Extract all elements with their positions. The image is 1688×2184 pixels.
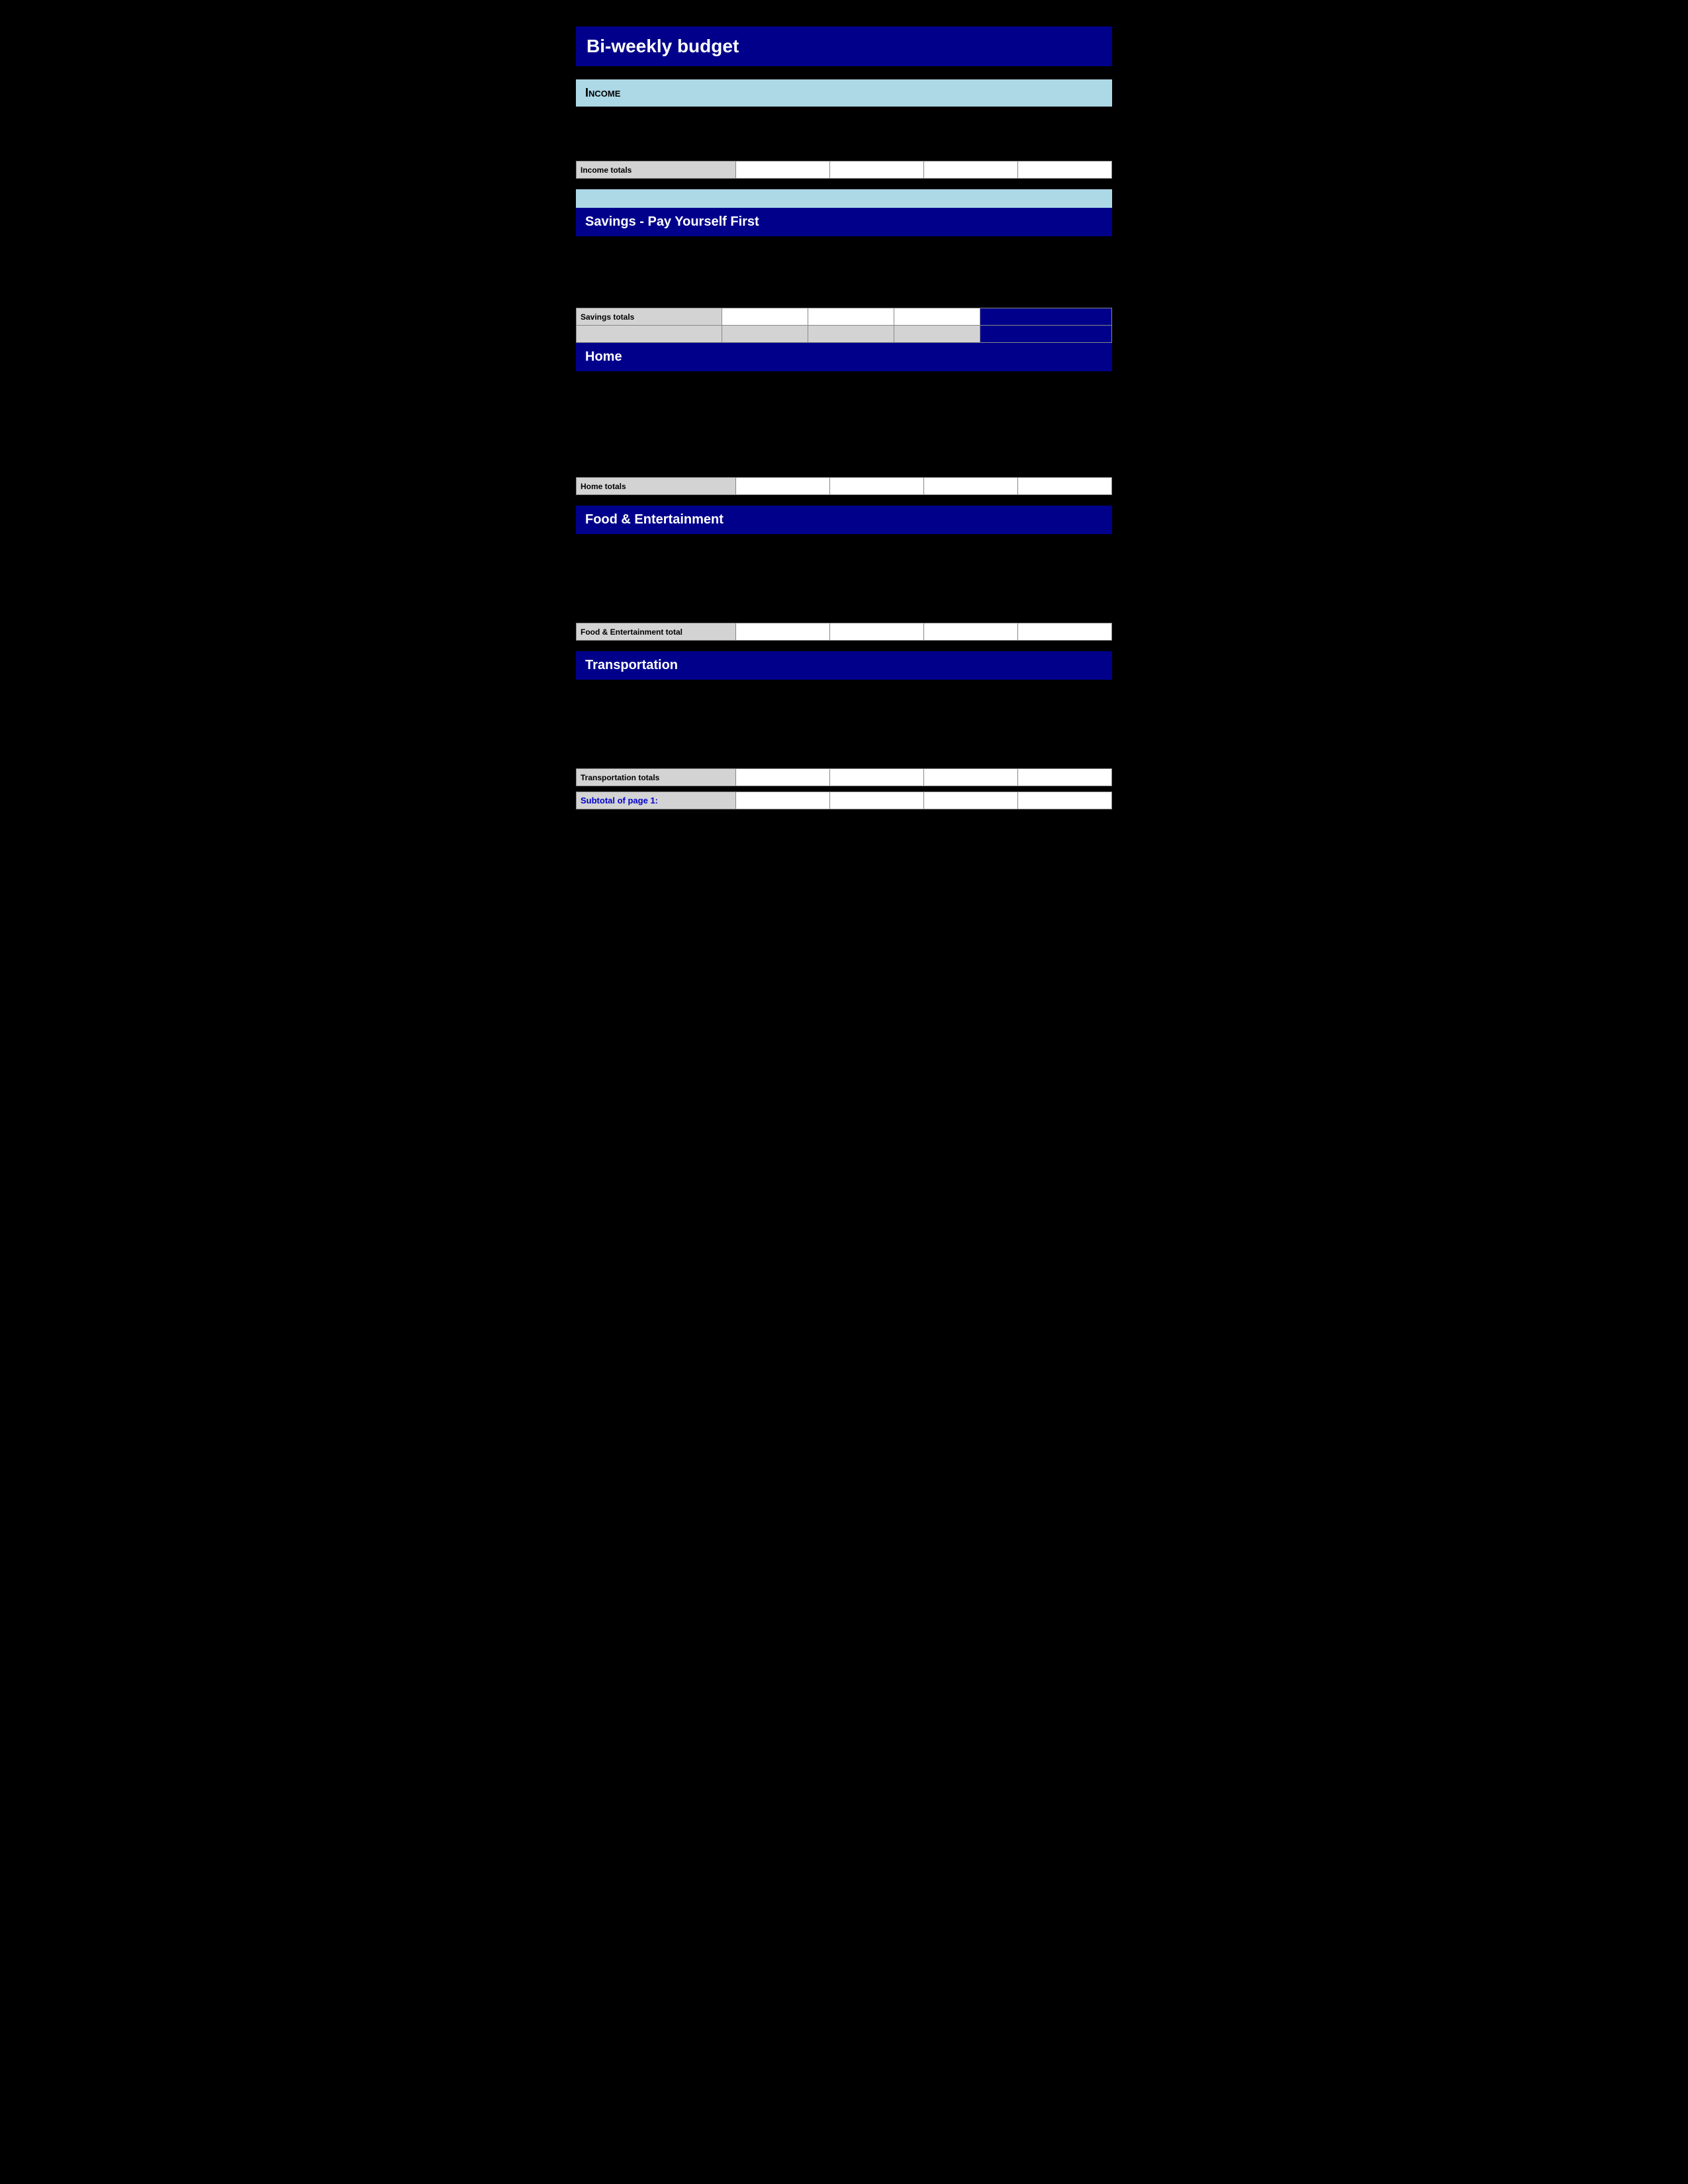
- table-row: [576, 554, 1112, 571]
- table-row: [576, 391, 1112, 408]
- gap3: [576, 641, 1112, 651]
- table-row: [576, 273, 1112, 291]
- food-totals-label: Food & Entertainment total: [577, 623, 736, 641]
- savings-totals-col2[interactable]: [808, 308, 894, 326]
- transportation-totals-label: Transportation totals: [577, 769, 736, 786]
- savings-header: Savings - Pay Yourself First: [576, 208, 1112, 236]
- savings-totals-col3[interactable]: [894, 308, 980, 326]
- transportation-header: Transportation: [576, 651, 1112, 680]
- savings-totals-col1[interactable]: [722, 308, 808, 326]
- home-totals-label: Home totals: [577, 478, 736, 495]
- savings-section: Savings - Pay Yourself First: [576, 189, 1112, 343]
- table-row: [576, 606, 1112, 623]
- table-row: [576, 239, 1112, 256]
- transportation-totals-col2[interactable]: [829, 769, 923, 786]
- home-totals-col1[interactable]: [735, 478, 829, 495]
- table-row: [576, 256, 1112, 273]
- table-row: [576, 571, 1112, 588]
- transportation-totals-row: Transportation totals: [577, 769, 1112, 786]
- subtotal-label: Subtotal of page 1:: [577, 792, 736, 809]
- table-row: [576, 734, 1112, 751]
- subtotal-row: Subtotal of page 1:: [577, 792, 1112, 809]
- home-totals-row: Home totals: [577, 478, 1112, 495]
- table-row: [576, 443, 1112, 460]
- transportation-totals-table: Transportation totals: [576, 768, 1112, 786]
- food-empty-rows: [576, 537, 1112, 623]
- page-container: Bi-weekly budget Income: [576, 26, 1112, 809]
- gap1: [576, 179, 1112, 189]
- savings-empty-rows: [576, 239, 1112, 308]
- income-empty-rows: [576, 109, 1112, 161]
- table-row: [576, 109, 1112, 126]
- table-row: [576, 751, 1112, 768]
- subtotal-col4[interactable]: [1017, 792, 1111, 809]
- gap4: [576, 786, 1112, 792]
- food-totals-table: Food & Entertainment total: [576, 623, 1112, 641]
- income-totals-col3[interactable]: [923, 161, 1017, 179]
- transportation-section: Transportation: [576, 651, 1112, 809]
- savings-light-bar: [576, 189, 1112, 208]
- home-totals-col2[interactable]: [829, 478, 923, 495]
- subtotal-col1[interactable]: [735, 792, 829, 809]
- gap2: [576, 495, 1112, 506]
- table-row: [576, 537, 1112, 554]
- food-totals-col3[interactable]: [923, 623, 1017, 641]
- home-header: Home: [576, 343, 1112, 371]
- home-totals-table: Home totals: [576, 477, 1112, 495]
- table-row: [576, 144, 1112, 161]
- transportation-totals-col1[interactable]: [735, 769, 829, 786]
- food-header: Food & Entertainment: [576, 506, 1112, 534]
- savings-totals-col4: [980, 308, 1112, 326]
- income-section: Income: [576, 79, 1112, 179]
- table-row: [576, 700, 1112, 717]
- table-row: [576, 291, 1112, 308]
- table-row: [576, 588, 1112, 606]
- savings-totals-label: Savings totals: [577, 308, 722, 326]
- income-totals-row: Income totals: [577, 161, 1112, 179]
- page-title: Bi-weekly budget: [576, 26, 1112, 66]
- table-row: [576, 717, 1112, 734]
- table-row: [576, 460, 1112, 477]
- income-totals-label: Income totals: [577, 161, 736, 179]
- table-row: [576, 408, 1112, 426]
- savings-extra-row: [577, 326, 1112, 343]
- income-header: Income: [576, 79, 1112, 107]
- income-totals-col1[interactable]: [735, 161, 829, 179]
- food-totals-col2[interactable]: [829, 623, 923, 641]
- table-row: [576, 126, 1112, 144]
- home-section: Home: [576, 343, 1112, 495]
- food-totals-col4[interactable]: [1017, 623, 1111, 641]
- income-totals-col2[interactable]: [829, 161, 923, 179]
- transportation-totals-col3[interactable]: [923, 769, 1017, 786]
- home-totals-col3[interactable]: [923, 478, 1017, 495]
- subtotal-table: Subtotal of page 1:: [576, 792, 1112, 809]
- savings-totals-table: Savings totals: [576, 308, 1112, 343]
- table-row: [576, 426, 1112, 443]
- subtotal-col3[interactable]: [923, 792, 1017, 809]
- table-row: [576, 374, 1112, 391]
- food-section: Food & Entertainment: [576, 506, 1112, 641]
- income-totals-table: Income totals: [576, 161, 1112, 179]
- food-totals-col1[interactable]: [735, 623, 829, 641]
- savings-totals-row: Savings totals: [577, 308, 1112, 326]
- table-row: [576, 682, 1112, 700]
- income-totals-col4[interactable]: [1017, 161, 1111, 179]
- food-totals-row: Food & Entertainment total: [577, 623, 1112, 641]
- subtotal-col2[interactable]: [829, 792, 923, 809]
- home-empty-rows: [576, 374, 1112, 477]
- transportation-empty-rows: [576, 682, 1112, 768]
- home-totals-col4[interactable]: [1017, 478, 1111, 495]
- transportation-totals-col4[interactable]: [1017, 769, 1111, 786]
